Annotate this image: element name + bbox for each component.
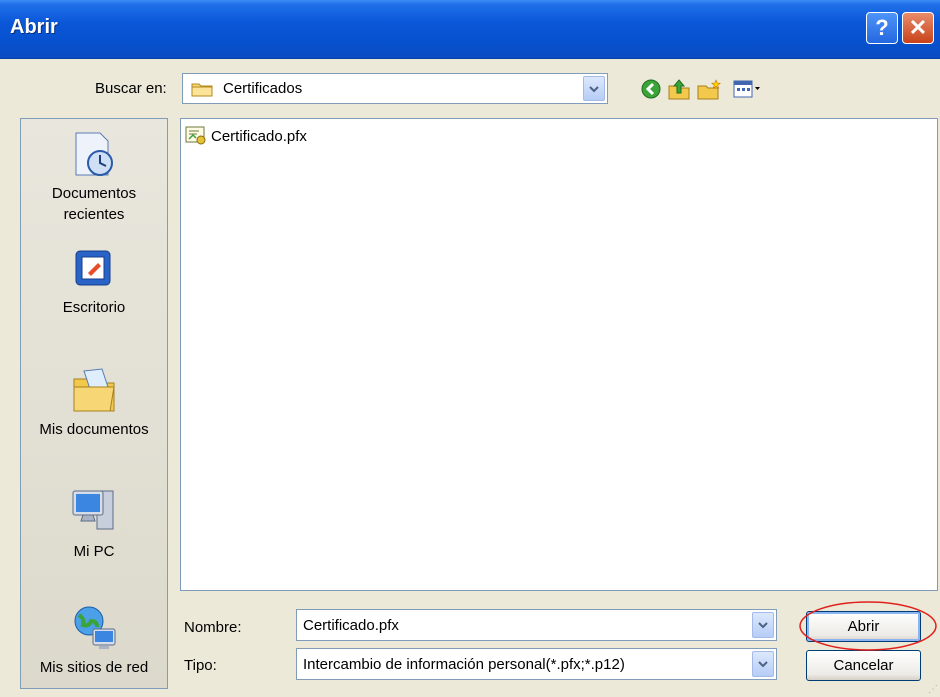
place-label: Escritorio: [62, 299, 126, 316]
view-menu-icon[interactable]: [732, 78, 762, 100]
resize-grip-icon[interactable]: ⋰: [928, 684, 938, 695]
chevron-down-icon: [758, 622, 768, 629]
places-bar: Documentos recientes Escritorio Mis docu…: [20, 118, 168, 689]
new-folder-icon[interactable]: [696, 78, 722, 100]
look-in-dropdown-button[interactable]: [583, 76, 605, 101]
place-my-computer[interactable]: Mi PC: [21, 485, 167, 562]
place-label: Mis sitios de red: [39, 659, 149, 676]
place-label: Documentos recientes: [51, 185, 137, 223]
my-computer-icon: [72, 490, 114, 530]
file-type-combo[interactable]: Intercambio de información personal(*.pf…: [296, 648, 777, 680]
window-title: Abrir: [10, 16, 58, 38]
file-name-value: Certificado.pfx: [303, 617, 399, 634]
help-icon: ?: [875, 15, 889, 40]
file-name-dropdown-button[interactable]: [752, 612, 774, 638]
look-in-label: Buscar en:: [95, 80, 167, 97]
close-icon: ✕: [908, 15, 928, 40]
place-desktop[interactable]: Escritorio: [21, 247, 167, 318]
network-places-icon: [74, 606, 116, 649]
look-in-value: Certificados: [223, 80, 303, 97]
file-name-combo[interactable]: Certificado.pfx: [296, 609, 777, 641]
place-label: Mi PC: [73, 543, 115, 560]
file-type-dropdown-button[interactable]: [752, 651, 774, 677]
help-button[interactable]: ?: [866, 12, 898, 44]
title-bar: Abrir ? ✕: [0, 0, 940, 59]
file-list[interactable]: Certificado.pfx: [180, 118, 938, 591]
up-folder-icon[interactable]: [667, 78, 691, 100]
cancel-button[interactable]: Cancelar: [806, 650, 921, 681]
recent-documents-icon: [75, 132, 113, 176]
look-in-combo[interactable]: Certificados: [182, 73, 608, 104]
close-button[interactable]: ✕: [902, 12, 934, 44]
place-network-places[interactable]: Mis sitios de red: [21, 603, 167, 678]
open-button[interactable]: Abrir: [806, 611, 921, 642]
my-documents-icon: [73, 368, 115, 412]
file-name: Certificado.pfx: [211, 127, 307, 145]
place-label: Mis documentos: [39, 421, 149, 438]
place-recent-documents[interactable]: Documentos recientes: [21, 129, 167, 225]
chevron-down-icon: [758, 661, 768, 668]
file-item[interactable]: Certificado.pfx: [185, 125, 307, 147]
file-name-label: Nombre:: [184, 619, 242, 636]
certificate-file-icon: [185, 126, 206, 145]
file-type-label: Tipo:: [184, 657, 217, 674]
folder-icon: [191, 83, 213, 97]
desktop-icon: [75, 250, 111, 286]
chevron-down-icon: [589, 85, 599, 92]
place-my-documents[interactable]: Mis documentos: [21, 365, 167, 440]
back-icon[interactable]: [640, 78, 662, 100]
file-type-value: Intercambio de información personal(*.pf…: [303, 656, 625, 673]
